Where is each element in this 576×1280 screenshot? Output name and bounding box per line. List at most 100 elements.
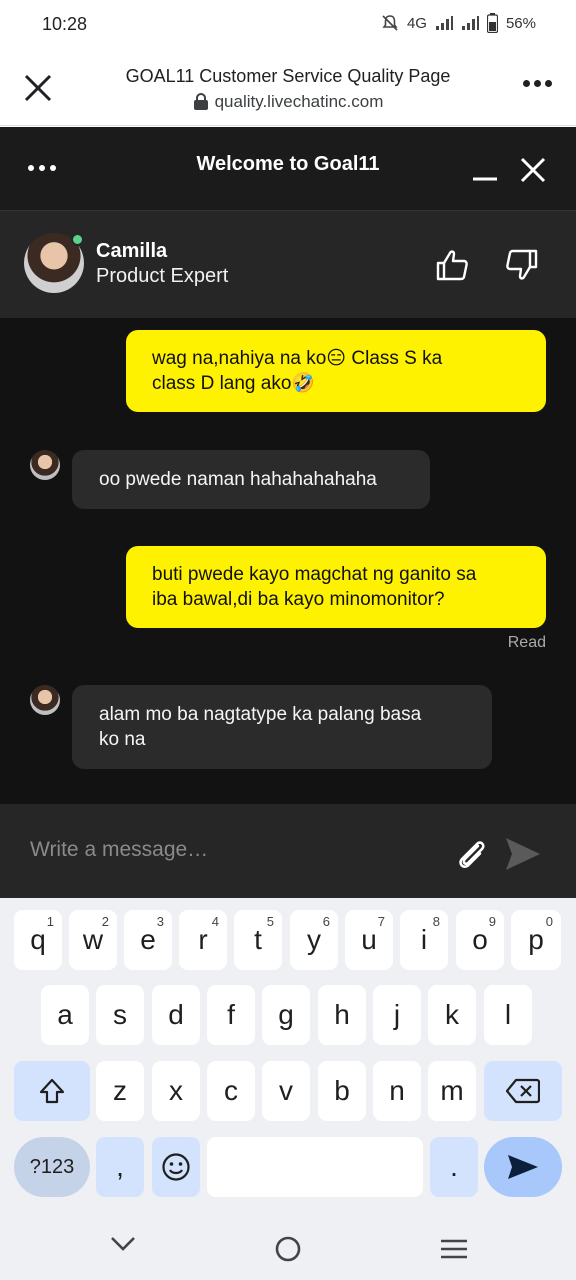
browser-toolbar: GOAL11 Customer Service Quality Page qua…: [0, 50, 576, 126]
more-dot-icon: [523, 80, 530, 87]
agent-avatar-small: [30, 450, 60, 480]
agent-name: Camilla: [96, 240, 168, 262]
key-k[interactable]: k: [428, 985, 476, 1045]
key-t[interactable]: t5: [234, 910, 282, 970]
more-dot-icon: [545, 80, 552, 87]
signal-icon: [435, 16, 453, 30]
key-label: t: [254, 924, 262, 955]
key-hint: 1: [46, 914, 54, 929]
message-text: wag na,nahiya na ko😑 Class S ka: [152, 348, 443, 369]
thumbs-down-icon[interactable]: [504, 247, 540, 283]
home-circle-icon[interactable]: [275, 1236, 301, 1262]
key-m[interactable]: m: [428, 1061, 476, 1121]
key-i[interactable]: i8: [400, 910, 448, 970]
chat-window-controls: [472, 157, 546, 183]
battery-icon: [486, 13, 498, 33]
url-text: quality.livechatinc.com: [214, 92, 384, 111]
message-composer: Write a message…: [0, 804, 576, 898]
key-label: p: [528, 924, 544, 955]
key-label: e: [140, 924, 156, 955]
shift-key[interactable]: [14, 1061, 90, 1121]
key-h[interactable]: h: [318, 985, 366, 1045]
send-icon[interactable]: [504, 836, 542, 872]
backspace-key[interactable]: [484, 1061, 562, 1121]
key-c[interactable]: c: [207, 1061, 255, 1121]
key-label: r: [198, 924, 208, 955]
emoji-key[interactable]: [152, 1137, 200, 1197]
key-label: o: [472, 924, 488, 955]
key-e[interactable]: e3: [124, 910, 172, 970]
key-f[interactable]: f: [207, 985, 255, 1045]
key-p[interactable]: p0: [511, 910, 561, 970]
key-j[interactable]: j: [373, 985, 421, 1045]
key-g[interactable]: g: [262, 985, 310, 1045]
symbols-key[interactable]: ?123: [14, 1137, 90, 1197]
key-s[interactable]: s: [96, 985, 144, 1045]
comma-key[interactable]: ,: [96, 1137, 144, 1197]
key-hint: 6: [322, 914, 330, 929]
page-title: GOAL11 Customer Service Quality Page: [125, 66, 451, 86]
key-o[interactable]: o9: [456, 910, 504, 970]
message-text: alam mo ba nagtatype ka palang basa: [99, 704, 422, 725]
key-d[interactable]: d: [152, 985, 200, 1045]
message-list[interactable]: wag na,nahiya na ko😑 Class S ka class D …: [0, 318, 576, 804]
message-text: buti pwede kayo magchat ng ganito sa: [152, 564, 477, 585]
recents-menu-icon[interactable]: [440, 1238, 468, 1260]
message-input[interactable]: Write a message…: [30, 838, 208, 862]
key-a[interactable]: a: [41, 985, 89, 1045]
user-message-bubble: wag na,nahiya na ko😑 Class S ka class D …: [126, 330, 546, 412]
key-x[interactable]: x: [152, 1061, 200, 1121]
key-u[interactable]: u7: [345, 910, 393, 970]
key-hint: 5: [266, 914, 274, 929]
status-time: 10:28: [42, 14, 88, 34]
thumbs-up-icon[interactable]: [434, 247, 470, 283]
agent-role: Product Expert: [96, 265, 229, 287]
enter-send-key[interactable]: [484, 1137, 562, 1197]
message-text: ko na: [99, 729, 146, 750]
space-key[interactable]: [207, 1137, 423, 1197]
key-hint: 4: [211, 914, 219, 929]
battery-level: 56%: [505, 14, 536, 32]
agent-info-bar: Camilla Product Expert: [0, 211, 576, 318]
status-bar: 10:28 4G 56%: [0, 0, 576, 50]
url-display[interactable]: quality.livechatinc.com: [0, 92, 576, 112]
mute-bell-icon: [382, 15, 398, 31]
key-hint: 3: [156, 914, 164, 929]
period-key[interactable]: .: [430, 1137, 478, 1197]
key-hint: 8: [432, 914, 440, 929]
status-indicators: 4G 56%: [381, 13, 536, 33]
key-hint: 2: [101, 914, 109, 929]
key-n[interactable]: n: [373, 1061, 421, 1121]
key-w[interactable]: w2: [69, 910, 117, 970]
message-text: iba bawal,di ba kayo minomonitor?: [152, 589, 445, 610]
key-q[interactable]: q1: [14, 910, 62, 970]
key-v[interactable]: v: [262, 1061, 310, 1121]
message-text: oo pwede naman hahahahahaha: [99, 469, 377, 490]
close-chat-icon[interactable]: [520, 157, 546, 183]
system-navigation-bar: [0, 1210, 576, 1280]
agent-avatar-small: [30, 685, 60, 715]
message-text: class D lang ako🤣: [152, 373, 316, 394]
attachment-icon[interactable]: [454, 836, 490, 872]
chat-header: Welcome to Goal11: [0, 127, 576, 211]
back-chevron-icon[interactable]: [110, 1236, 136, 1252]
key-hint: 0: [545, 914, 553, 929]
backspace-icon: [506, 1078, 540, 1104]
key-l[interactable]: l: [484, 985, 532, 1045]
browser-menu-button[interactable]: [523, 80, 552, 87]
key-y[interactable]: y6: [290, 910, 338, 970]
key-hint: 9: [488, 914, 496, 929]
read-receipt: Read: [507, 634, 546, 651]
onscreen-keyboard: q1 w2 e3 r4 t5 y6 u7 i8 o9 p0 a s d f g …: [0, 898, 576, 1210]
network-label: 4G: [406, 14, 427, 32]
online-status-indicator: [71, 233, 84, 246]
key-label: w: [82, 924, 104, 955]
minimize-icon[interactable]: [472, 157, 498, 183]
key-label: i: [420, 924, 428, 955]
key-z[interactable]: z: [96, 1061, 144, 1121]
lock-icon: [193, 93, 208, 110]
more-dot-icon: [534, 80, 541, 87]
key-b[interactable]: b: [318, 1061, 366, 1121]
key-r[interactable]: r4: [179, 910, 227, 970]
signal-icon-2: [461, 16, 479, 30]
